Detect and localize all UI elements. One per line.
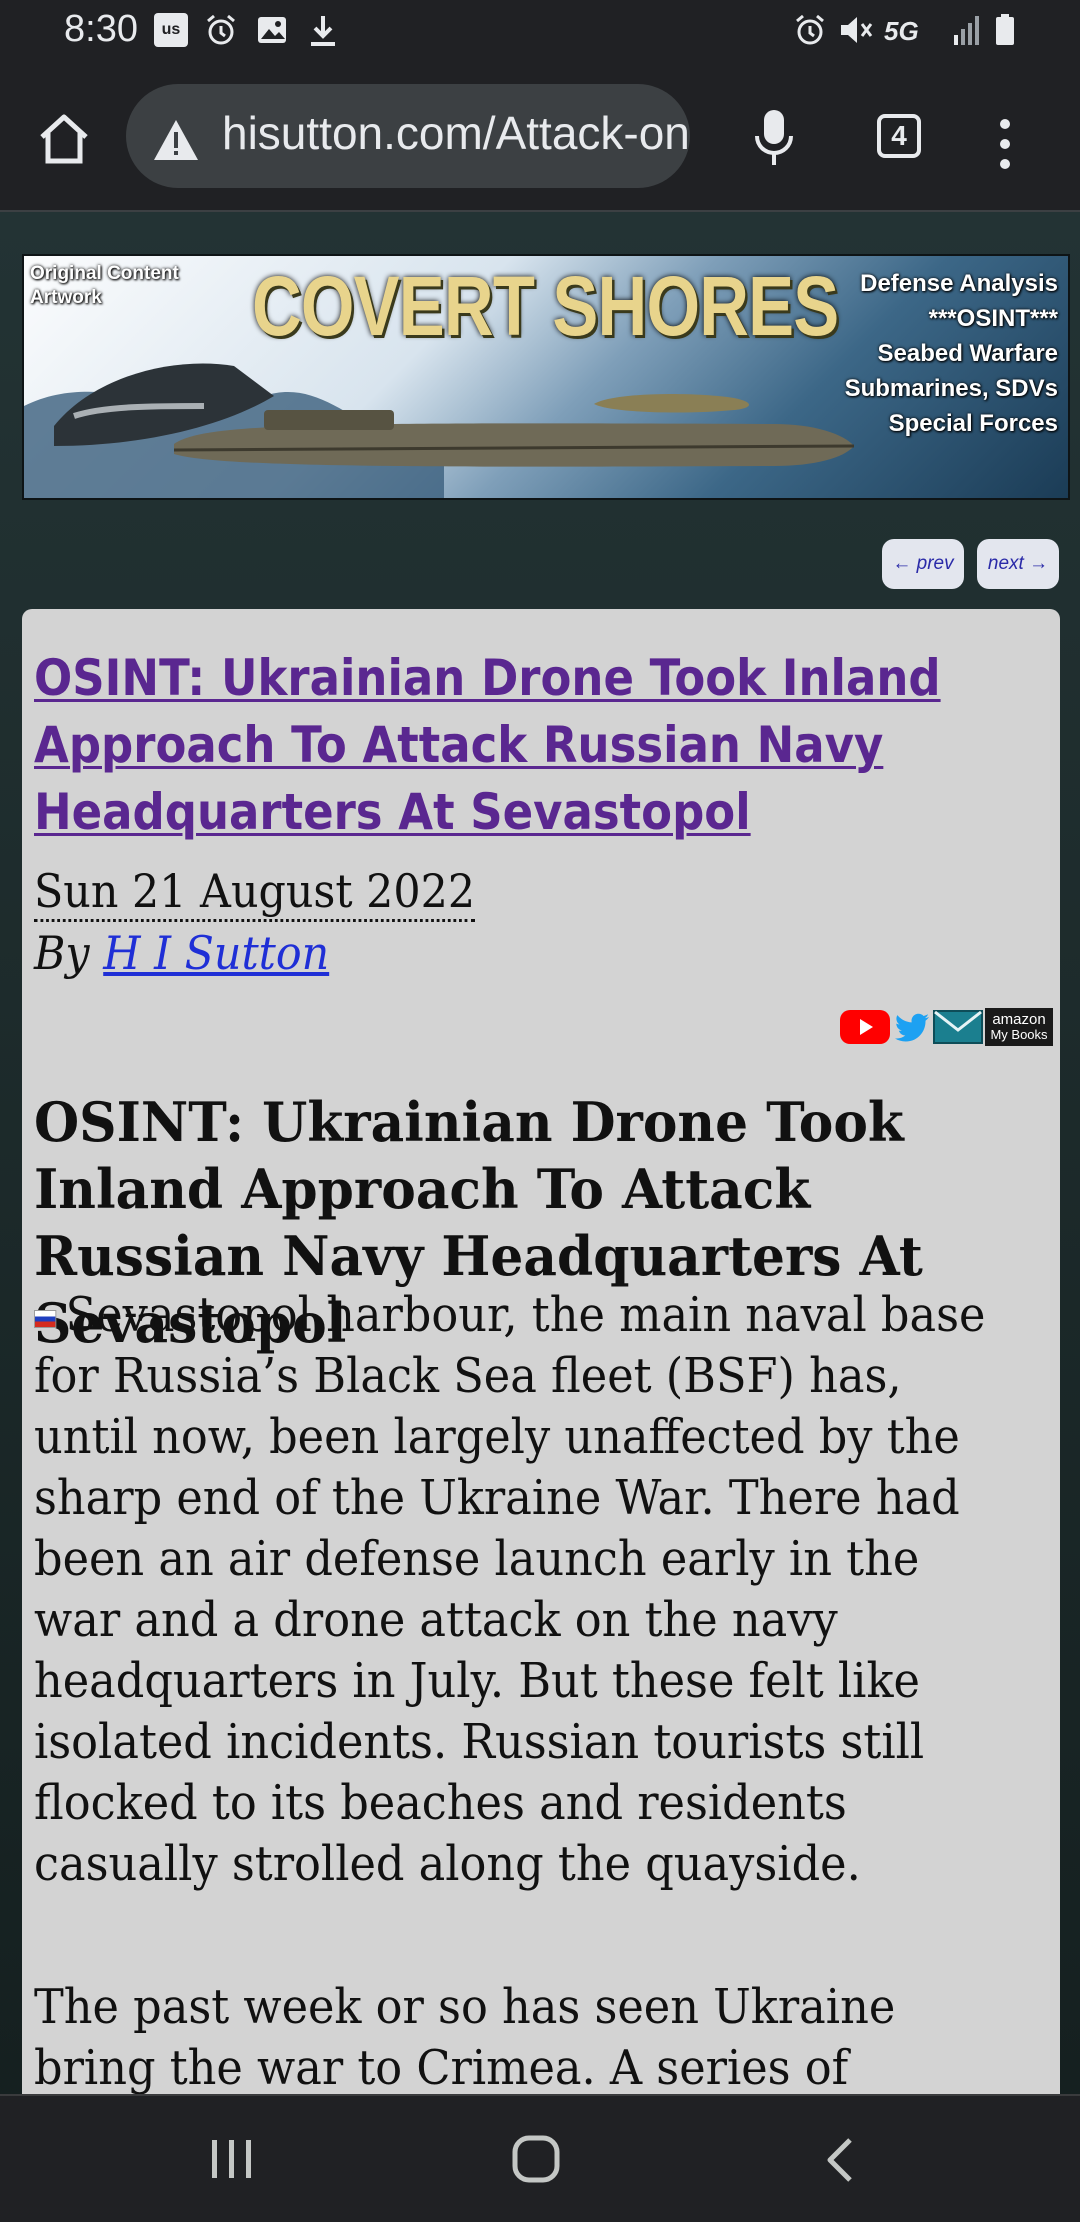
amazon-books-link[interactable]: amazon My Books bbox=[985, 1008, 1053, 1046]
browser-toolbar: hisutton.com/Attack-on-Sevastopol 4 bbox=[0, 66, 1080, 212]
download-icon bbox=[306, 13, 340, 49]
prev-button[interactable]: ← prev bbox=[882, 539, 964, 589]
youtube-icon[interactable] bbox=[839, 1009, 891, 1045]
5g-icon: 5G bbox=[884, 16, 919, 46]
web-page: Original Content Artwork COVERT SHORES D… bbox=[0, 212, 1080, 2094]
article-paragraph: The past week or so has seen Ukraine bri… bbox=[34, 1979, 896, 2094]
alarm-icon bbox=[204, 13, 238, 47]
warning-icon[interactable] bbox=[152, 118, 200, 162]
alarm-icon bbox=[793, 13, 827, 47]
article-date: Sun 21 August 2022 bbox=[34, 863, 476, 922]
article-card: OSINT: Ukrainian Drone Took Inland Appro… bbox=[22, 609, 1060, 2094]
author-link[interactable]: H I Sutton bbox=[103, 926, 329, 980]
microphone-icon[interactable] bbox=[752, 106, 796, 170]
overflow-menu-icon[interactable] bbox=[993, 114, 1017, 174]
mute-icon bbox=[838, 13, 874, 47]
social-links: amazon My Books bbox=[839, 1007, 1053, 1047]
russia-flag-icon bbox=[34, 1309, 57, 1328]
site-banner[interactable]: Original Content Artwork COVERT SHORES D… bbox=[22, 254, 1070, 500]
us-notification-icon: us bbox=[154, 13, 188, 47]
status-bar: 8:30 us 5G bbox=[0, 0, 1080, 66]
recents-icon[interactable] bbox=[208, 2136, 256, 2182]
home-button-icon[interactable] bbox=[510, 2134, 562, 2184]
back-icon[interactable] bbox=[822, 2134, 858, 2186]
tabs-icon[interactable]: 4 bbox=[877, 114, 921, 158]
banner-tagline: Defense Analysis ***OSINT*** Seabed Warf… bbox=[844, 270, 1058, 437]
article-paragraph: Sevastopol harbour, the main naval base … bbox=[34, 1287, 986, 1892]
status-time: 8:30 bbox=[64, 8, 138, 50]
email-icon[interactable] bbox=[933, 1009, 983, 1045]
my-books-label: My Books bbox=[990, 1027, 1048, 1042]
battery-icon bbox=[994, 13, 1016, 47]
banner-left-text: Original Content Artwork bbox=[30, 263, 179, 308]
article-byline: By H I Sutton bbox=[34, 925, 329, 981]
image-icon bbox=[255, 13, 289, 47]
system-nav-bar bbox=[0, 2094, 1080, 2222]
home-icon[interactable] bbox=[32, 107, 96, 171]
amazon-label: amazon bbox=[992, 1011, 1046, 1028]
address-bar[interactable]: hisutton.com/Attack-on-Sevastopol bbox=[126, 84, 690, 188]
banner-title: COVERT SHORES bbox=[252, 259, 839, 353]
article-title-link[interactable]: OSINT: Ukrainian Drone Took Inland Appro… bbox=[34, 645, 943, 846]
next-button[interactable]: next → bbox=[977, 539, 1059, 589]
submarine-artwork bbox=[174, 394, 854, 467]
signal-icon bbox=[952, 13, 984, 47]
twitter-icon[interactable] bbox=[893, 1009, 931, 1045]
byline-prefix: By bbox=[34, 926, 90, 980]
url-text[interactable]: hisutton.com/Attack-on-Sevastopol bbox=[222, 106, 690, 160]
